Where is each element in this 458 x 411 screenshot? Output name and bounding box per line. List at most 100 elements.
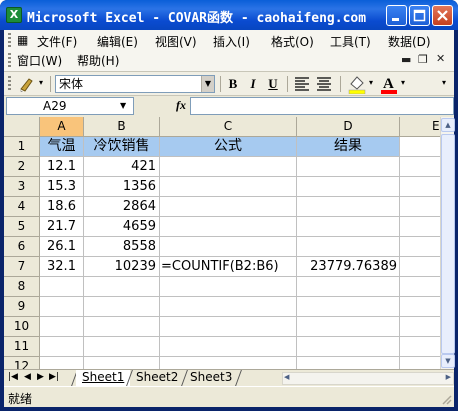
grid-cell[interactable] <box>160 317 297 337</box>
cell-c5[interactable] <box>160 217 297 237</box>
doc-close-icon[interactable]: ✕ <box>436 52 445 65</box>
toolbar-overflow-icon[interactable]: ▾ <box>442 78 446 87</box>
cell-e2[interactable] <box>400 157 440 177</box>
cell-b5[interactable]: 4659 <box>84 217 160 237</box>
grid-cell[interactable] <box>160 297 297 317</box>
cell-e6[interactable] <box>400 237 440 257</box>
tab-sheet1[interactable]: Sheet1 <box>76 370 131 386</box>
cell-c6[interactable] <box>160 237 297 257</box>
italic-button[interactable]: I <box>244 75 262 93</box>
cell-a3[interactable]: 15.3 <box>40 177 84 197</box>
cell-d5[interactable] <box>297 217 400 237</box>
cell-c2[interactable] <box>160 157 297 177</box>
fx-icon[interactable]: fx <box>176 98 186 113</box>
scroll-up-icon[interactable]: ▲ <box>441 118 455 132</box>
menu-format[interactable]: 格式(O) <box>271 33 314 50</box>
row-header[interactable]: 1 <box>4 137 40 157</box>
last-sheet-icon[interactable]: ▶| <box>49 372 59 382</box>
row-header[interactable]: 8 <box>4 277 40 297</box>
row-header[interactable]: 5 <box>4 217 40 237</box>
toolbar-grip[interactable] <box>8 76 11 92</box>
row-header[interactable]: 12 <box>4 357 40 369</box>
cell-a5[interactable]: 21.7 <box>40 217 84 237</box>
grid-cell[interactable] <box>160 357 297 369</box>
grid-cell[interactable] <box>84 277 160 297</box>
prev-sheet-icon[interactable]: ◀ <box>24 372 31 382</box>
resize-grip-icon[interactable] <box>440 393 452 405</box>
row-header[interactable]: 6 <box>4 237 40 257</box>
tab-sheet3[interactable]: Sheet3 <box>184 370 238 386</box>
column-header-a[interactable]: A <box>40 117 84 137</box>
grid-cell[interactable] <box>40 337 84 357</box>
cell-e5[interactable] <box>400 217 440 237</box>
font-color-dropdown-icon[interactable]: ▾ <box>401 78 405 87</box>
grid-cell[interactable] <box>84 357 160 369</box>
cell-b6[interactable]: 8558 <box>84 237 160 257</box>
toolbar-options-icon[interactable]: ▾ <box>39 78 43 87</box>
fill-color-dropdown-icon[interactable]: ▾ <box>369 78 373 87</box>
cell-a7[interactable]: 32.1 <box>40 257 84 277</box>
cell-d1[interactable]: 结果 <box>297 137 400 157</box>
grid-cell[interactable] <box>400 337 440 357</box>
grid-cell[interactable] <box>297 357 400 369</box>
doc-minimize-icon[interactable]: ▬ <box>401 53 411 66</box>
vertical-scrollbar[interactable]: ▲ ▼ <box>440 117 455 369</box>
cell-c7[interactable]: =COUNTIF(B2:B6) <box>160 257 297 277</box>
cell-c4[interactable] <box>160 197 297 217</box>
cell-b2[interactable]: 421 <box>84 157 160 177</box>
cell-d2[interactable] <box>297 157 400 177</box>
menu-data[interactable]: 数据(D) <box>388 33 431 50</box>
grid-cell[interactable] <box>84 297 160 317</box>
cell-a2[interactable]: 12.1 <box>40 157 84 177</box>
chevron-down-icon[interactable]: ▼ <box>201 76 214 92</box>
grid-cell[interactable] <box>40 297 84 317</box>
doc-restore-icon[interactable]: ❐ <box>418 53 428 66</box>
column-header-e[interactable]: E <box>400 117 440 137</box>
name-box[interactable]: A29 ▼ <box>6 97 134 115</box>
menu-help[interactable]: 帮助(H) <box>77 52 119 69</box>
row-header[interactable]: 11 <box>4 337 40 357</box>
cell-b3[interactable]: 1356 <box>84 177 160 197</box>
grid-cell[interactable] <box>84 337 160 357</box>
cell-e1[interactable] <box>400 137 440 157</box>
cell-c1[interactable]: 公式 <box>160 137 297 157</box>
grid-cell[interactable] <box>160 337 297 357</box>
cell-e4[interactable] <box>400 197 440 217</box>
grid-cell[interactable] <box>297 277 400 297</box>
excel-doc-icon[interactable]: ▦ <box>17 33 28 47</box>
grid-cell[interactable] <box>400 357 440 369</box>
cell-a1[interactable]: 气温 <box>40 137 84 157</box>
cell-d4[interactable] <box>297 197 400 217</box>
grid-cell[interactable] <box>160 277 297 297</box>
grid-cell[interactable] <box>400 317 440 337</box>
scroll-down-icon[interactable]: ▼ <box>441 354 455 368</box>
row-header[interactable]: 2 <box>4 157 40 177</box>
grid-cell[interactable] <box>40 277 84 297</box>
grid-cell[interactable] <box>40 317 84 337</box>
grid-cell[interactable] <box>297 297 400 317</box>
fill-color-icon[interactable] <box>347 74 367 94</box>
row-header[interactable]: 4 <box>4 197 40 217</box>
first-sheet-icon[interactable]: |◀ <box>8 372 18 382</box>
formula-input[interactable] <box>190 97 454 115</box>
grid-cell[interactable] <box>297 337 400 357</box>
cell-d6[interactable] <box>297 237 400 257</box>
font-name-select[interactable]: 宋体 ▼ <box>55 75 215 93</box>
underline-button[interactable]: U <box>264 75 282 93</box>
cell-b4[interactable]: 2864 <box>84 197 160 217</box>
scroll-right-icon[interactable]: ▶ <box>446 373 451 381</box>
menu-edit[interactable]: 编辑(E) <box>97 33 138 50</box>
row-header[interactable]: 7 <box>4 257 40 277</box>
grid-cell[interactable] <box>400 297 440 317</box>
cell-b1[interactable]: 冷饮销售 <box>84 137 160 157</box>
align-left-icon[interactable] <box>294 77 310 91</box>
column-header-c[interactable]: C <box>160 117 297 137</box>
menu-grip-2[interactable] <box>8 53 11 68</box>
row-header[interactable]: 10 <box>4 317 40 337</box>
menu-tools[interactable]: 工具(T) <box>330 33 371 50</box>
scroll-thumb[interactable] <box>441 134 455 354</box>
cell-e7[interactable] <box>400 257 440 277</box>
cell-d7[interactable]: 23779.76389 <box>297 257 400 277</box>
menu-window[interactable]: 窗口(W) <box>17 52 62 69</box>
next-sheet-icon[interactable]: ▶ <box>37 372 44 382</box>
